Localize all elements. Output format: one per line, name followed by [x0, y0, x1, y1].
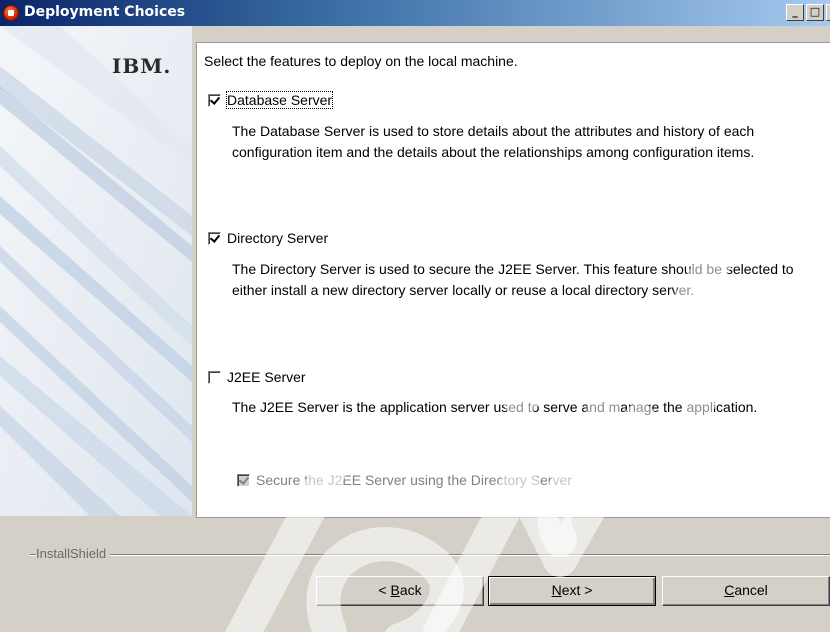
title-bar[interactable]: Deployment Choices _ □ × [0, 0, 830, 26]
j2ee-server-label[interactable]: J2EE Server [227, 369, 306, 385]
secure-j2ee-checkbox [237, 473, 250, 487]
directory-server-label[interactable]: Directory Server [227, 230, 328, 246]
next-button[interactable]: Next > [488, 576, 656, 606]
feature-database-server[interactable]: Database Server [208, 91, 334, 109]
close-button[interactable]: × [826, 4, 830, 21]
footer-divider [30, 554, 830, 556]
directory-server-checkbox[interactable] [208, 231, 221, 245]
minimize-button[interactable]: _ [786, 4, 804, 21]
cancel-button-rest: ancel [734, 582, 768, 598]
banner-graphic [0, 26, 192, 516]
database-server-label[interactable]: Database Server [225, 91, 334, 109]
cancel-button-mnemonic: C [724, 582, 735, 598]
back-button[interactable]: < Back [316, 576, 484, 606]
feature-panel: Select the features to deploy on the loc… [196, 42, 830, 518]
next-button-rest: ext > [561, 582, 593, 598]
sub-option-secure-j2ee: Secure the J2EE Server using the Directo… [237, 472, 572, 488]
j2ee-server-description: The J2EE Server is the application serve… [232, 399, 758, 415]
window-controls: _ □ × [786, 4, 830, 22]
feature-directory-server[interactable]: Directory Server [208, 230, 328, 246]
database-server-description: The Database Server is used to store det… [232, 123, 755, 160]
installshield-brand: InstallShield [36, 546, 111, 561]
secure-j2ee-label: Secure the J2EE Server using the Directo… [256, 472, 572, 488]
next-button-mnemonic: N [551, 582, 562, 598]
directory-server-description: The Directory Server is used to secure t… [232, 261, 794, 298]
back-button-prefix: < [378, 582, 391, 598]
intro-text: Select the features to deploy on the loc… [204, 53, 518, 69]
banner-panel: IBM. [0, 26, 192, 516]
database-server-checkbox[interactable] [208, 93, 221, 107]
cancel-button[interactable]: Cancel [662, 576, 830, 606]
j2ee-server-checkbox[interactable] [208, 370, 221, 384]
ibm-logo: IBM. [112, 54, 172, 78]
back-button-rest: ack [399, 582, 422, 598]
maximize-button[interactable]: □ [806, 4, 824, 21]
installer-window: Deployment Choices _ □ × IB [0, 0, 830, 632]
back-button-mnemonic: B [390, 582, 400, 598]
window-title: Deployment Choices [24, 4, 186, 20]
installer-icon [3, 5, 19, 21]
feature-j2ee-server[interactable]: J2EE Server [208, 369, 306, 385]
